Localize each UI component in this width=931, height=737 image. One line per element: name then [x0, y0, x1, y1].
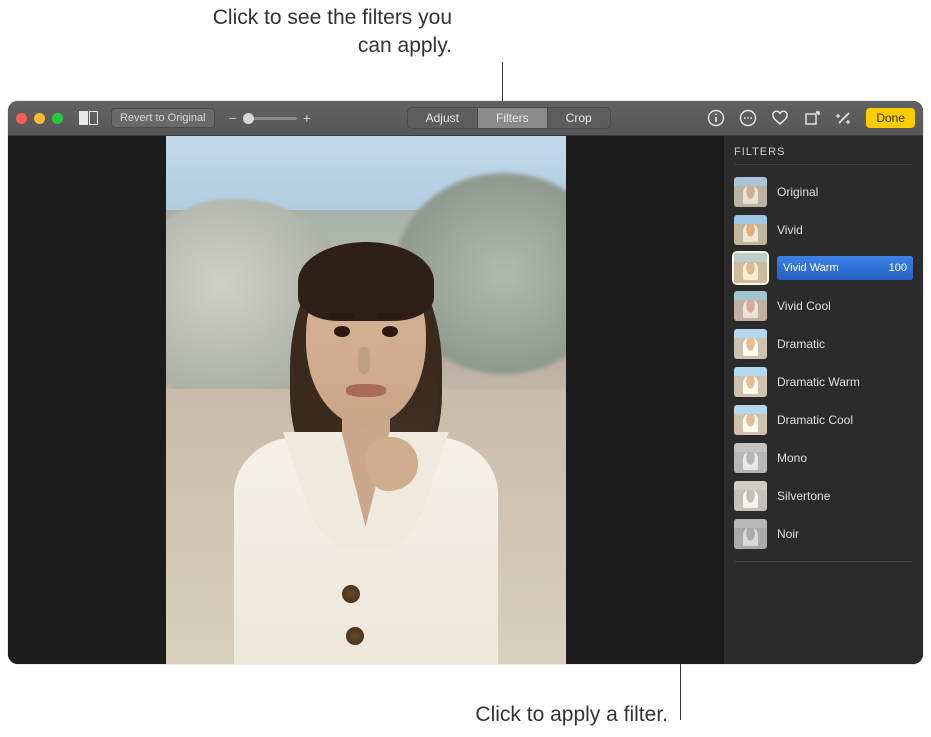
tab-crop[interactable]: Crop [548, 108, 610, 128]
thumbnail-icon [734, 291, 767, 321]
filter-vivid-cool[interactable]: Vivid Cool [734, 287, 913, 325]
close-icon[interactable] [16, 113, 27, 124]
filter-label: Dramatic [777, 337, 913, 351]
toolbar-right: Done [706, 108, 915, 128]
toolbar: Revert to Original − + Adjust Filters Cr… [8, 101, 923, 136]
filter-dramatic-warm[interactable]: Dramatic Warm [734, 363, 913, 401]
thumbnail-icon [734, 481, 767, 511]
tab-adjust[interactable]: Adjust [408, 108, 478, 128]
filter-original[interactable]: Original [734, 173, 913, 211]
workspace: FILTERS Original Vivid Vivid Warm 100 Vi… [8, 136, 923, 664]
more-icon[interactable] [738, 108, 758, 128]
filter-dramatic[interactable]: Dramatic [734, 325, 913, 363]
thumbnail-icon [734, 443, 767, 473]
favorite-icon[interactable] [770, 108, 790, 128]
thumbnail-icon [734, 405, 767, 435]
thumbnail-icon [734, 519, 767, 549]
done-button[interactable]: Done [866, 108, 915, 128]
thumbnail-icon [734, 367, 767, 397]
zoom-in-icon[interactable]: + [303, 110, 311, 126]
filters-header: FILTERS [734, 146, 913, 165]
filter-label: Dramatic Warm [777, 375, 913, 389]
filter-label: Dramatic Cool [777, 413, 913, 427]
callout-apply-filter: Click to apply a filter. [388, 703, 668, 727]
thumbnail-icon [734, 215, 767, 245]
filter-mono[interactable]: Mono [734, 439, 913, 477]
filter-label: Vivid Cool [777, 299, 913, 313]
auto-enhance-icon[interactable] [834, 108, 854, 128]
tab-filters[interactable]: Filters [478, 108, 548, 128]
compare-toggle-icon[interactable] [79, 108, 99, 128]
filters-panel: FILTERS Original Vivid Vivid Warm 100 Vi… [723, 136, 923, 664]
filter-label: Original [777, 185, 913, 199]
filter-intensity-slider[interactable]: Vivid Warm 100 [777, 256, 913, 280]
filter-silvertone[interactable]: Silvertone [734, 477, 913, 515]
filter-label: Mono [777, 451, 913, 465]
revert-button[interactable]: Revert to Original [111, 108, 215, 128]
callout-filters-tab: Click to see the filters you can apply. [192, 4, 452, 61]
filter-label: Vivid [777, 223, 913, 237]
zoom-track[interactable] [243, 117, 297, 120]
filter-intensity-value: 100 [889, 262, 907, 274]
window-controls [16, 113, 63, 124]
filter-vivid[interactable]: Vivid [734, 211, 913, 249]
callout-line-top [502, 62, 503, 102]
info-icon[interactable] [706, 108, 726, 128]
zoom-thumb[interactable] [243, 113, 254, 124]
edit-mode-tabs: Adjust Filters Crop [407, 107, 611, 129]
filter-vivid-warm[interactable]: Vivid Warm 100 [734, 249, 913, 287]
fullscreen-icon[interactable] [52, 113, 63, 124]
rotate-icon[interactable] [802, 108, 822, 128]
filter-dramatic-cool[interactable]: Dramatic Cool [734, 401, 913, 439]
zoom-slider[interactable]: − + [229, 110, 311, 126]
canvas-area [8, 136, 723, 664]
photo-preview [166, 136, 566, 664]
thumbnail-icon [734, 177, 767, 207]
filter-label: Vivid Warm [783, 262, 839, 274]
minimize-icon[interactable] [34, 113, 45, 124]
filter-noir[interactable]: Noir [734, 515, 913, 553]
filter-label: Silvertone [777, 489, 913, 503]
thumbnail-icon [734, 253, 767, 283]
zoom-out-icon[interactable]: − [229, 110, 237, 126]
filter-label: Noir [777, 527, 913, 541]
thumbnail-icon [734, 329, 767, 359]
photos-edit-window: Revert to Original − + Adjust Filters Cr… [8, 101, 923, 664]
callout-line-bottom [680, 664, 681, 720]
divider [734, 561, 913, 562]
